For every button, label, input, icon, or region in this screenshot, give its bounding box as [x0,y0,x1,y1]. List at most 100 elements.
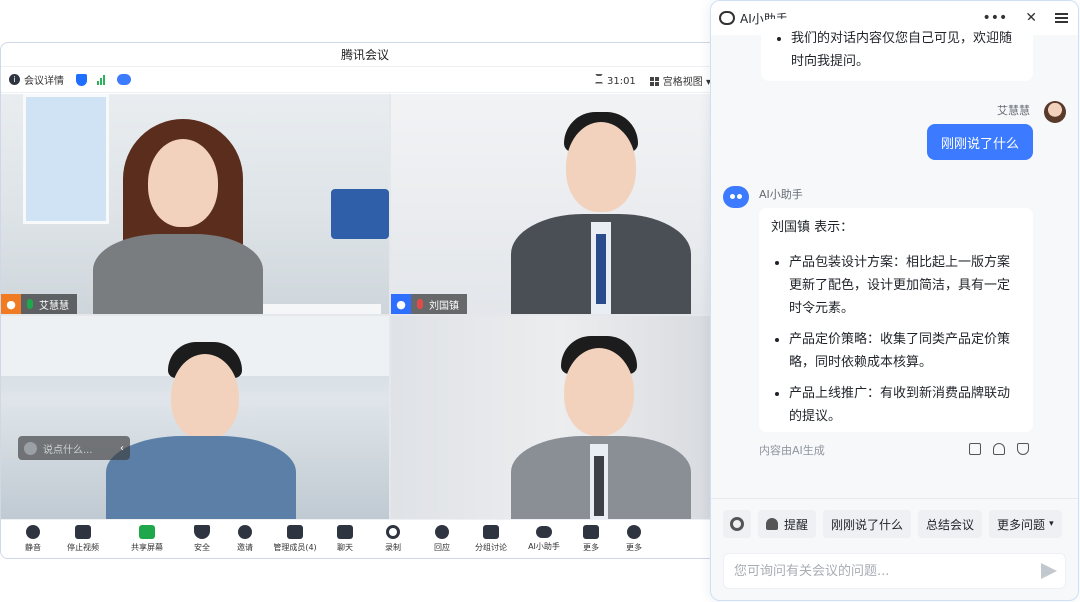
send-icon[interactable] [1041,563,1057,579]
what-was-said-button[interactable]: 刚刚说了什么 [823,510,912,538]
user-avatar [1044,101,1066,123]
participant-nametag-1: ● 艾慧慧 [1,294,77,314]
menu-icon[interactable] [1055,13,1068,23]
apps-icon [583,525,599,539]
microphone-muted-icon [417,299,423,309]
ai-generated-note: 内容由AI生成 [759,444,825,457]
chat-icon [337,525,353,539]
window-title: 腾讯会议 [1,43,729,67]
participant-name: 艾慧慧 [39,300,69,312]
tool-label: AI小助手 [528,542,560,551]
feedback-icons [969,443,1029,455]
tool-label: 更多 [583,543,599,552]
previous-ai-message: 我们的对话内容仅您自己可见，欢迎随时向我提问。 [761,19,1033,81]
user-avatar-icon: ● [1,294,21,314]
meeting-toolbar: 静音 停止视频 共享屏幕 安全 邀请 管理成员(4) 聊天 录制 回应 分组讨论… [1,519,729,558]
ask-input[interactable] [732,562,1041,580]
stop-video-button[interactable]: 停止视频 [53,520,113,559]
ai-name: AI小助手 [759,188,803,201]
security-button[interactable]: 安全 [181,520,223,559]
tool-label: 管理成员(4) [273,543,317,552]
timer-value: 31:01 [606,75,636,87]
tool-label: 分组讨论 [475,543,507,552]
office-window-image [23,94,109,224]
reaction-icon [435,525,449,539]
gear-icon [730,517,744,531]
tool-label: 回应 [434,543,450,552]
thumbs-down-icon[interactable] [1017,443,1029,455]
more-questions-dropdown[interactable]: 更多问题 ▾ [989,510,1062,538]
ai-assistant-mini-icon[interactable] [117,74,131,85]
manage-members-button[interactable]: 管理成员(4) [267,520,323,559]
invite-button[interactable]: 邀请 [223,520,267,559]
meeting-details-button[interactable]: i 会议详情 [9,72,64,87]
security-shield-icon[interactable] [76,73,87,86]
thumbs-up-icon[interactable] [993,443,1005,455]
summarize-meeting-button[interactable]: 总结会议 [918,510,983,538]
meeting-timer: 31:01 [594,73,636,87]
quick-action-label: 更多问题 [997,517,1046,532]
tool-label: 聊天 [337,543,353,552]
ai-assistant-logo-icon [719,11,735,25]
quick-actions: 提醒 刚刚说了什么 总结会议 更多问题 ▾ [723,510,1062,538]
settings-button[interactable] [723,510,751,538]
meeting-details-label: 会议详情 [24,76,64,87]
info-icon: i [9,74,20,85]
invite-user-icon [238,525,252,539]
ai-reply-point: 产品上线推广：有收到新消费品牌联动的提议。 [789,382,1021,428]
subbar-right: 31:01 宫格视图 ▾ [594,67,711,93]
network-signal-icon[interactable] [97,74,105,85]
microphone-icon [26,525,40,539]
bell-icon [766,518,778,530]
tool-label: 停止视频 [67,543,99,552]
video-tile-3[interactable]: 说点什么... ‹ [1,316,389,523]
ai-assistant-button[interactable]: AI小助手 [517,520,571,559]
ai-reply-point: 产品包装设计方案：相比起上一版方案更新了配色，设计更加简洁，具有一定时令元素。 [789,251,1021,320]
breakout-rooms-button[interactable]: 分组讨论 [465,520,517,559]
user-message-bubble: 刚刚说了什么 [927,124,1033,160]
hourglass-icon [594,73,603,84]
video-tile-2[interactable]: ● 刘国镇 [391,94,729,314]
chat-button[interactable]: 聊天 [323,520,367,559]
record-button[interactable]: 录制 [367,520,419,559]
ai-reply-card: 刘国镇 表示： 产品包装设计方案：相比起上一版方案更新了配色，设计更加简洁，具有… [759,208,1033,432]
video-tile-1[interactable]: ● 艾慧慧 [1,94,389,314]
mute-button[interactable]: 静音 [13,520,53,559]
ai-assistant-panel: AI小助手 ••• ✕ 我们的对话内容仅您自己可见，欢迎随时向我提问。 艾慧慧 … [710,0,1079,601]
tool-label: 静音 [25,543,41,552]
view-mode-button[interactable]: 宫格视图 ▾ [649,73,711,88]
user-avatar-icon: ● [391,294,411,314]
more-button[interactable]: 更多 [611,520,657,559]
record-icon [386,525,400,539]
video-grid: ● 艾慧慧 ● 刘国镇 说点什么... ‹ [1,94,729,523]
copy-icon[interactable] [969,443,981,455]
apps-button[interactable]: 更多 [571,520,611,559]
ask-input-container [723,553,1066,589]
previous-message-text: 我们的对话内容仅您自己可见，欢迎随时向我提问。 [791,27,1021,73]
microphone-on-icon [27,299,33,309]
grid-view-icon [649,77,659,86]
emoji-icon [24,441,37,455]
view-mode-label: 宫格视图 [662,76,703,88]
settings-icon [627,525,641,539]
chat-placeholder: 说点什么... [43,444,93,456]
reaction-button[interactable]: 回应 [419,520,465,559]
ai-reply-list: 产品包装设计方案：相比起上一版方案更新了配色，设计更加简洁，具有一定时令元素。 … [771,251,1021,428]
participant-name: 刘国镇 [429,300,459,312]
panel-divider [711,498,1078,499]
ai-avatar-icon [723,186,749,208]
participant-nametag-2: ● 刘国镇 [391,294,467,314]
chat-quick-input[interactable]: 说点什么... ‹ [18,436,130,460]
tool-label: 更多 [626,543,642,552]
tool-label: 录制 [385,543,401,552]
blue-sofa-image [331,189,389,239]
camera-icon [75,525,91,539]
meeting-subbar: i 会议详情 31:01 宫格视图 ▾ [1,67,729,93]
breakout-icon [483,525,499,539]
video-tile-4[interactable] [391,316,729,523]
share-screen-button[interactable]: 共享屏幕 [113,520,181,559]
ai-reply-point: 产品定价策略：收集了同类产品定价策略，同时依赖成本核算。 [789,328,1021,374]
chevron-left-icon[interactable]: ‹ [120,443,124,454]
tool-label: 共享屏幕 [131,543,163,552]
reminder-button[interactable]: 提醒 [758,510,817,538]
